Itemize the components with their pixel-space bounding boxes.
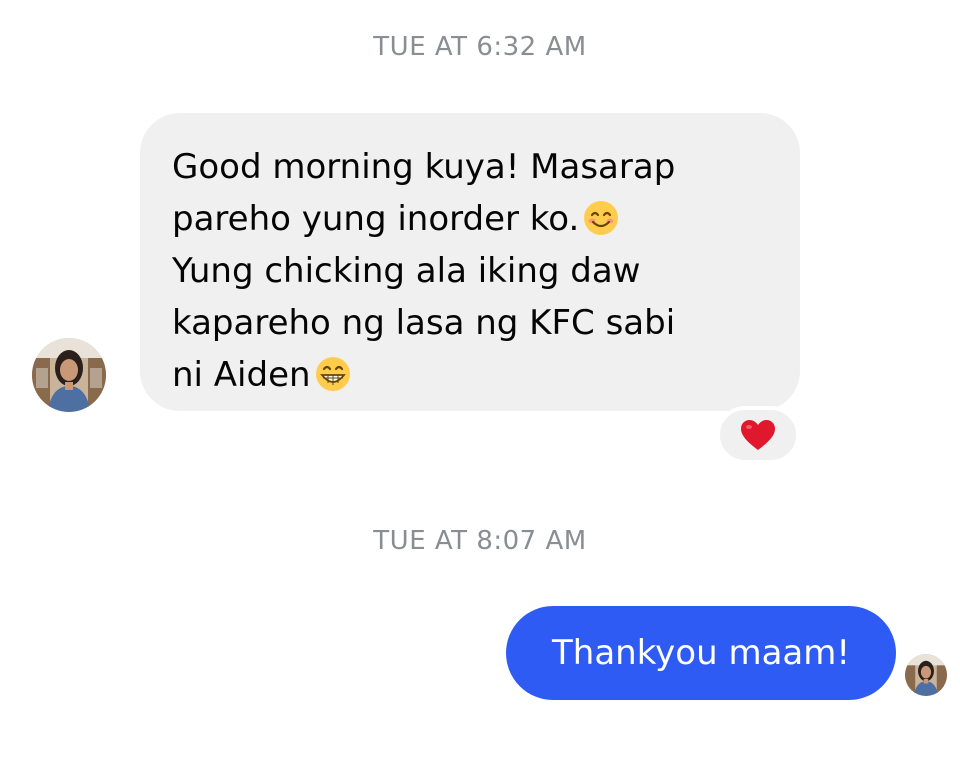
contact-avatar[interactable] xyxy=(32,338,106,412)
grinning-face-icon xyxy=(315,357,350,391)
message-line: pareho yung inorder ko. xyxy=(172,199,580,239)
avatar-photo-icon xyxy=(32,338,106,412)
smiling-face-icon xyxy=(584,201,619,235)
timestamp: TUE AT 8:07 AM xyxy=(373,526,587,556)
message-line: ni Aiden xyxy=(172,355,311,395)
incoming-message-bubble[interactable]: Good morning kuya! Masarap pareho yung i… xyxy=(140,113,800,411)
message-line: kapareho ng lasa ng KFC sabi xyxy=(172,303,676,343)
seen-receipt-avatar xyxy=(905,654,947,696)
timestamp: TUE AT 6:32 AM xyxy=(373,32,587,62)
reaction-badge[interactable] xyxy=(716,406,800,464)
message-line: Good morning kuya! Masarap xyxy=(172,147,676,187)
avatar-photo-icon xyxy=(905,654,947,696)
message-text: Thankyou maam! xyxy=(552,633,850,673)
outgoing-message-bubble[interactable]: Thankyou maam! xyxy=(506,606,896,700)
heart-icon xyxy=(741,420,775,450)
message-line: Yung chicking ala iking daw xyxy=(172,251,641,291)
